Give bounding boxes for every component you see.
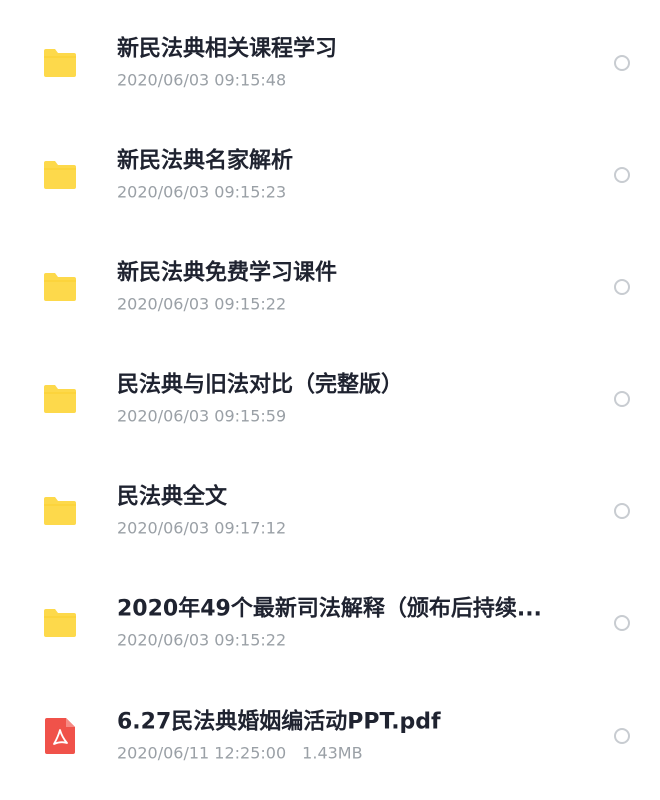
pdf-icon (44, 717, 76, 755)
select-radio[interactable] (614, 615, 630, 631)
file-name: 民法典与旧法对比（完整版） (117, 372, 404, 398)
file-text: 新民法典相关课程学习 2020/06/03 09:15:48 (117, 36, 580, 91)
file-text: 新民法典免费学习课件 2020/06/03 09:15:22 (117, 260, 580, 315)
file-meta: 2020/06/03 09:15:22 (117, 631, 580, 651)
file-name: 新民法典名家解析 (117, 148, 294, 174)
file-meta: 2020/06/03 09:17:12 (117, 519, 580, 539)
select-radio[interactable] (614, 503, 630, 519)
file-name: 新民法典免费学习课件 (117, 260, 338, 286)
file-meta: 2020/06/11 12:25:00 1.43MB (117, 744, 580, 764)
file-date: 2020/06/03 09:15:59 (117, 406, 287, 426)
select-radio[interactable] (614, 167, 630, 183)
file-row-5[interactable]: 民法典全文 2020/06/03 09:17:12 (0, 455, 660, 567)
folder-icon (42, 271, 78, 303)
file-row-4[interactable]: 民法典与旧法对比（完整版） 2020/06/03 09:15:59 (0, 343, 660, 455)
file-name: 民法典全文 (117, 484, 228, 510)
file-text: 新民法典名家解析 2020/06/03 09:15:23 (117, 148, 580, 203)
file-meta: 2020/06/03 09:15:59 (117, 407, 580, 427)
select-radio[interactable] (614, 279, 630, 295)
file-text: 6.27民法典婚姻编活动PPT.pdf 2020/06/11 12:25:00 1… (117, 709, 580, 764)
select-radio[interactable] (614, 728, 630, 744)
file-row-6[interactable]: 2020年49个最新司法解释（颁布后持续... 2020/06/03 09:15… (0, 567, 660, 679)
file-row-2[interactable]: 新民法典名家解析 2020/06/03 09:15:23 (0, 119, 660, 231)
file-date: 2020/06/03 09:15:22 (117, 630, 287, 650)
file-text: 民法典与旧法对比（完整版） 2020/06/03 09:15:59 (117, 372, 580, 427)
file-meta: 2020/06/03 09:15:48 (117, 71, 580, 91)
file-date: 2020/06/03 09:17:12 (117, 518, 287, 538)
file-row-1[interactable]: 新民法典相关课程学习 2020/06/03 09:15:48 (0, 7, 660, 119)
folder-icon (42, 607, 78, 639)
file-name: 新民法典相关课程学习 (117, 36, 338, 62)
folder-icon (42, 495, 78, 527)
file-meta: 2020/06/03 09:15:22 (117, 295, 580, 315)
file-text: 2020年49个最新司法解释（颁布后持续... 2020/06/03 09:15… (117, 596, 580, 651)
file-date: 2020/06/11 12:25:00 (117, 743, 287, 763)
file-row-3[interactable]: 新民法典免费学习课件 2020/06/03 09:15:22 (0, 231, 660, 343)
file-name: 2020年49个最新司法解释（颁布后持续... (117, 596, 542, 622)
file-size: 1.43MB (302, 743, 363, 763)
file-list: 新民法典相关课程学习 2020/06/03 09:15:48 新民法典名家解析 … (0, 0, 660, 800)
select-radio[interactable] (614, 391, 630, 407)
folder-icon (42, 383, 78, 415)
file-date: 2020/06/03 09:15:22 (117, 294, 287, 314)
folder-icon (42, 47, 78, 79)
file-row-7[interactable]: 6.27民法典婚姻编活动PPT.pdf 2020/06/11 12:25:00 1… (0, 680, 660, 792)
file-name: 6.27民法典婚姻编活动PPT.pdf (117, 709, 441, 735)
file-meta: 2020/06/03 09:15:23 (117, 183, 580, 203)
select-radio[interactable] (614, 55, 630, 71)
folder-icon (42, 159, 78, 191)
file-date: 2020/06/03 09:15:48 (117, 70, 287, 90)
file-date: 2020/06/03 09:15:23 (117, 182, 287, 202)
file-text: 民法典全文 2020/06/03 09:17:12 (117, 484, 580, 539)
